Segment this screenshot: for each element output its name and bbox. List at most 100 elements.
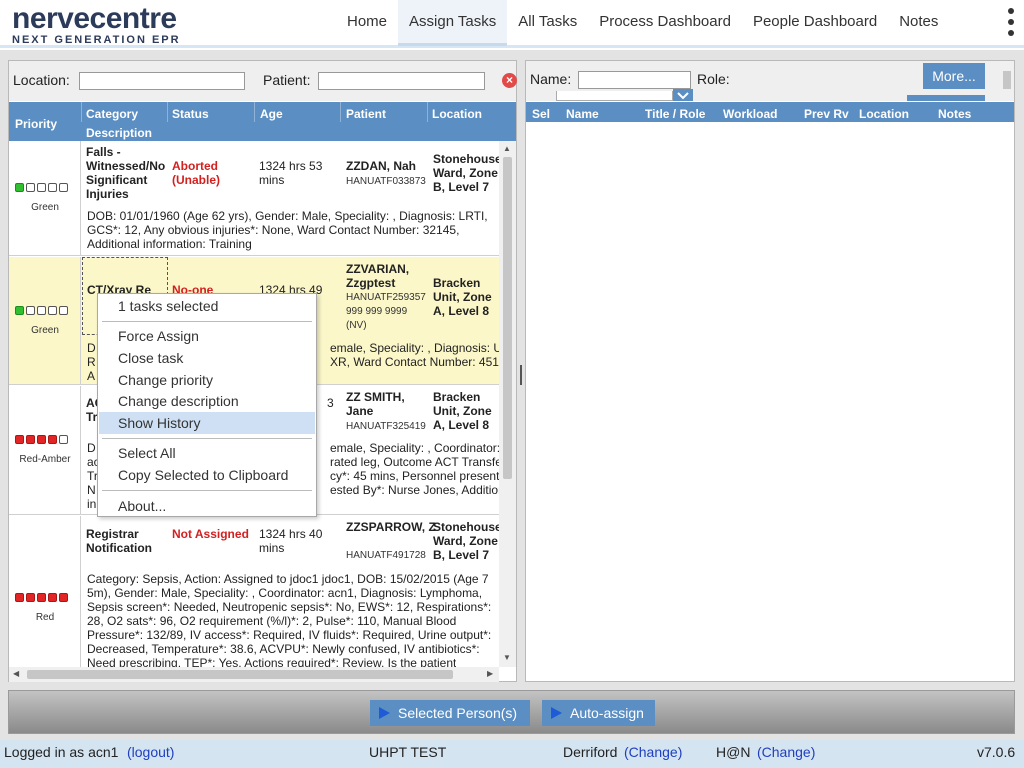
task-row[interactable]: Red Registrar Notification Not Assigned …: [9, 516, 499, 667]
description-line: 28, O2 sats*: 96, O2 requirement (%/l)*:…: [87, 614, 457, 628]
priority-label: Green: [31, 325, 59, 336]
nervecentre-logo[interactable]: nervecentre NEXT GENERATION EPR: [12, 4, 181, 47]
col-category[interactable]: Category: [86, 107, 138, 121]
col-description[interactable]: Description: [86, 126, 152, 140]
location-filter-input[interactable]: [79, 72, 245, 90]
unit-label: H@N: [716, 744, 751, 760]
location-cell: Bracken Unit, Zone A, Level 8: [433, 390, 492, 432]
priority-dots-icon: [15, 593, 68, 602]
col-patient[interactable]: Patient: [346, 107, 386, 121]
patient-name: ZZVARIAN, Zzgptest: [346, 262, 410, 290]
task-grid-header: Priority Category Status Age Patient Loc…: [9, 102, 516, 141]
nav-all-tasks[interactable]: All Tasks: [507, 0, 588, 46]
task-row[interactable]: Green Falls - Witnessed/No Significant I…: [9, 141, 499, 256]
patient-phone: 999 999 9999: [346, 306, 408, 317]
description-line: 5m), Gender: Male, Speciality: , Coordin…: [87, 586, 483, 600]
col-sel[interactable]: Sel: [532, 107, 550, 121]
description-line: A: [87, 369, 96, 383]
app-header: nervecentre NEXT GENERATION EPR Home Ass…: [0, 0, 1024, 48]
main-nav: Home Assign Tasks All Tasks Process Dash…: [336, 0, 949, 46]
role-select[interactable]: [556, 91, 673, 101]
patient-name: ZZSPARROW, Zzcoco: [346, 520, 436, 534]
description-line: rated leg, Outcome ACT Transfer: [330, 455, 499, 469]
environment-label: UHPT TEST: [369, 744, 447, 760]
age-cell: 1324 hrs 40 mins: [259, 527, 323, 555]
name-filter-input[interactable]: [578, 71, 691, 89]
more-button[interactable]: More...: [923, 63, 985, 89]
status-cell: Aborted (Unable): [172, 159, 220, 187]
role-dropdown-chevron-icon[interactable]: [673, 89, 693, 101]
logged-in-text: Logged in as acn1: [4, 744, 119, 760]
priority-label: Red-Amber: [19, 454, 71, 465]
change-site-link[interactable]: (Change): [624, 744, 682, 760]
task-context-menu: 1 tasks selected Force Assign Close task…: [97, 293, 317, 517]
menu-show-history[interactable]: Show History: [99, 412, 315, 434]
patient-name: ZZ SMITH, Jane: [346, 390, 405, 418]
selected-persons-button[interactable]: Selected Person(s): [370, 700, 530, 726]
secondary-button[interactable]: [907, 95, 985, 101]
scroll-thumb[interactable]: [503, 157, 512, 479]
category-cell: Falls - Witnessed/No Significant Injurie…: [86, 145, 166, 201]
patient-id: HANUATF033873: [346, 176, 426, 187]
nav-process-dashboard[interactable]: Process Dashboard: [588, 0, 742, 46]
menu-select-all[interactable]: Select All: [99, 442, 315, 464]
location-filter-label: Location:: [13, 72, 70, 88]
people-filter-scrollbar[interactable]: [1000, 61, 1014, 101]
priority-cell: Red-Amber: [9, 386, 81, 515]
priority-label: Red: [35, 612, 55, 623]
col-location[interactable]: Location: [859, 107, 909, 121]
menu-close-task[interactable]: Close task: [99, 347, 315, 369]
patient-id: HANUATF491728: [346, 550, 426, 561]
context-menu-header: 1 tasks selected: [118, 298, 219, 314]
description-line: D: [87, 341, 96, 355]
change-unit-link[interactable]: (Change): [757, 744, 815, 760]
menu-force-assign[interactable]: Force Assign: [99, 325, 315, 347]
clear-filter-icon[interactable]: ×: [502, 73, 517, 88]
description-line: N: [87, 483, 96, 497]
nav-people-dashboard[interactable]: People Dashboard: [742, 0, 888, 46]
menu-change-priority[interactable]: Change priority: [99, 369, 315, 391]
description-line: emale, Speciality: , Coordinator:: [330, 441, 499, 455]
description-line: ested By*: Nurse Jones, Additional: [330, 483, 499, 497]
people-filter-bar: Name: Role: More...: [526, 61, 1014, 101]
location-cell: Bracken Unit, Zone A, Level 8: [433, 276, 492, 318]
col-name[interactable]: Name: [566, 107, 599, 121]
col-notes[interactable]: Notes: [938, 107, 971, 121]
col-status[interactable]: Status: [172, 107, 209, 121]
logo-tagline: NEXT GENERATION EPR: [12, 34, 181, 46]
col-prev-rv[interactable]: Prev Rv: [804, 107, 849, 121]
menu-about[interactable]: About...: [99, 495, 315, 517]
nav-assign-tasks[interactable]: Assign Tasks: [398, 0, 508, 46]
description-line: GCS*: 12, Any obvious injuries*: None, W…: [87, 223, 460, 237]
task-list-horizontal-scrollbar[interactable]: ◀ ▶: [9, 667, 499, 682]
patient-name: ZZDAN, Nah: [346, 159, 416, 173]
description-line: DOB: 01/01/1960 (Age 62 yrs), Gender: Ma…: [87, 209, 488, 223]
description-line: Decreased, Temperature*: 38.6, ACVPU*: N…: [87, 642, 480, 656]
description-line: Sepsis screen*: Needed, Neutropenic seps…: [87, 600, 492, 614]
site-label: Derriford: [563, 744, 618, 760]
pane-splitter[interactable]: [520, 365, 522, 385]
col-location[interactable]: Location: [432, 107, 482, 121]
auto-assign-button[interactable]: Auto-assign: [542, 700, 655, 726]
patient-filter-input[interactable]: [318, 72, 485, 90]
description-line: Pressure*: 132/89, IV access*: Required,…: [87, 628, 492, 642]
description-line: XR, Ward Contact Number: 45123,: [330, 355, 499, 369]
category-cell: Registrar Notification: [86, 527, 152, 555]
menu-copy-to-clipboard[interactable]: Copy Selected to Clipboard: [99, 464, 315, 486]
menu-change-description[interactable]: Change description: [99, 390, 315, 412]
col-age[interactable]: Age: [260, 107, 283, 121]
version-label: v7.0.6: [977, 744, 1016, 760]
col-title-role[interactable]: Title / Role: [645, 107, 705, 121]
scroll-thumb[interactable]: [27, 670, 453, 679]
status-cell: Not Assigned: [172, 527, 249, 541]
col-workload[interactable]: Workload: [723, 107, 777, 121]
nav-home[interactable]: Home: [336, 0, 398, 46]
nav-notes[interactable]: Notes: [888, 0, 949, 46]
kebab-menu-icon[interactable]: [1008, 8, 1014, 36]
task-list-vertical-scrollbar[interactable]: ▲ ▼: [499, 141, 516, 667]
priority-cell: Green: [9, 141, 81, 256]
col-priority[interactable]: Priority: [15, 117, 57, 131]
patient-filter-label: Patient:: [263, 72, 311, 88]
logout-link[interactable]: (logout): [127, 744, 174, 760]
description-line: cy*: 45 mins, Personnel present*: [330, 469, 499, 483]
